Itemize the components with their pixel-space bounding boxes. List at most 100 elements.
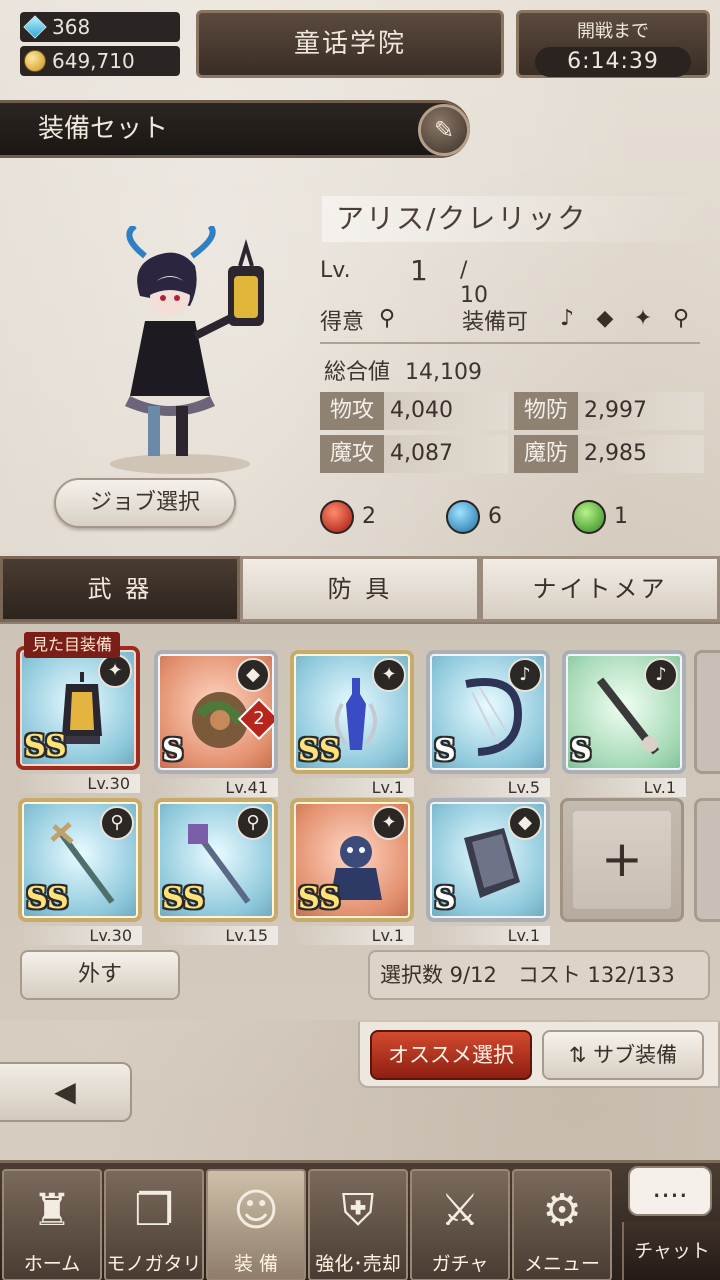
weapon-slot-partial[interactable] xyxy=(694,798,720,922)
equip-set-banner: 装備セット xyxy=(0,100,470,158)
stat-value: 4,087 xyxy=(390,441,453,466)
tab-weapons[interactable]: 武 器 xyxy=(0,556,240,622)
slot-level: Lv.30 xyxy=(16,774,140,793)
equip-tabs: 武 器 防 具 ナイトメア xyxy=(0,556,720,622)
staff-icon: ⚲ xyxy=(100,806,134,840)
stat-mdef: 魔防 2,985 xyxy=(514,435,704,473)
bottom-nav: ♜ ホーム ❐ モノガタリ ☺ 装 備 ⛨ 強化･売却 ⚔ ガチャ ⚙ メニュー xyxy=(0,1160,720,1280)
battle-timer-button[interactable]: 開戦まで 6:14:39 xyxy=(516,10,710,78)
nav-gacha[interactable]: ⚔ ガチャ xyxy=(410,1169,510,1280)
rank-label: SS xyxy=(298,733,341,768)
equip-icon: ☺ xyxy=(233,1185,279,1236)
slot-frame: S ◆ 2 xyxy=(154,650,278,774)
weapon-slot[interactable]: S ♪ Lv.1 xyxy=(562,650,686,797)
location-button[interactable]: 童话学院 xyxy=(196,10,504,78)
back-arrow-icon[interactable]: ◀ xyxy=(0,1062,132,1122)
slot-frame: S ◆ xyxy=(426,798,550,922)
chat-button[interactable]: チャット xyxy=(622,1222,720,1280)
staff-icon: ⚲ xyxy=(672,306,690,331)
recommend-button[interactable]: オススメ選択 xyxy=(370,1030,532,1080)
total-value: 14,109 xyxy=(405,360,482,385)
gears-icon: ⚙ xyxy=(542,1185,582,1236)
nav-menu[interactable]: ⚙ メニュー xyxy=(512,1169,612,1280)
stat-key: 魔防 xyxy=(514,435,578,473)
weapon-slot[interactable]: S ♪ Lv.5 xyxy=(426,650,550,797)
tab-nightmare[interactable]: ナイトメア xyxy=(480,556,720,622)
orb-icon: ✦ xyxy=(372,658,406,692)
equippable-label: 装備可 xyxy=(462,310,529,335)
slot-frame: S ♪ xyxy=(562,650,686,774)
stat-key: 物攻 xyxy=(320,392,384,430)
nav-story[interactable]: ❐ モノガタリ xyxy=(104,1169,204,1280)
nav-label: 強化･売却 xyxy=(315,1253,401,1275)
rank-label: SS xyxy=(162,881,205,916)
nav-equip[interactable]: ☺ 装 備 xyxy=(206,1169,306,1280)
weapon-slot[interactable]: SS ✦ Lv.30 xyxy=(16,646,140,793)
harp-icon: ♪ xyxy=(508,658,542,692)
book-icon: ❐ xyxy=(134,1185,174,1236)
rank-label: SS xyxy=(298,881,341,916)
weapon-slot[interactable]: SS ⚲ Lv.30 xyxy=(18,798,142,945)
plus-icon: + xyxy=(573,811,671,909)
slot-frame: SS ⚲ xyxy=(18,798,142,922)
rank-label: SS xyxy=(26,881,69,916)
swords-icon: ⚔ xyxy=(440,1185,480,1236)
remove-button[interactable]: 外す xyxy=(20,950,180,1000)
rank-label: S xyxy=(570,733,592,768)
nav-home[interactable]: ♜ ホーム xyxy=(2,1169,102,1280)
slot-frame: SS ✦ xyxy=(290,650,414,774)
slot-level: Lv.41 xyxy=(154,778,278,797)
level-row: Lv. 1 / 10 xyxy=(320,254,488,308)
stat-value: 2,997 xyxy=(584,398,647,423)
chat-bubble-icon[interactable]: .... xyxy=(628,1166,712,1216)
element-water: 6 xyxy=(446,500,502,534)
sub-equip-button[interactable]: ⇅ サブ装備 xyxy=(542,1030,704,1080)
harp-icon: ♪ xyxy=(644,658,678,692)
weapon-slot[interactable]: S ◆ 2 Lv.41 xyxy=(154,650,278,797)
fire-orb-icon xyxy=(320,500,354,534)
slot-frame: SS ✦ xyxy=(290,798,414,922)
stat-key: 魔攻 xyxy=(320,435,384,473)
stat-value: 4,040 xyxy=(390,398,453,423)
gold-counter: 649,710 xyxy=(20,46,180,76)
orb-icon: ✦ xyxy=(633,306,653,331)
divider xyxy=(320,342,700,344)
rank-label: S xyxy=(434,733,456,768)
orb-icon: ✦ xyxy=(98,654,132,688)
pen-icon[interactable]: ✎ xyxy=(418,104,470,156)
gem-count: 368 xyxy=(52,15,91,39)
nav-enhance[interactable]: ⛨ 強化･売却 xyxy=(308,1169,408,1280)
slot-frame: S ♪ xyxy=(426,650,550,774)
swap-icon: ⇅ xyxy=(568,1043,587,1067)
tome-icon: ◆ xyxy=(236,658,270,692)
water-orb-icon xyxy=(446,500,480,534)
weapon-slot[interactable]: SS ✦ Lv.1 xyxy=(290,650,414,797)
element-fire: 2 xyxy=(320,500,376,534)
wind-orb-icon xyxy=(572,500,606,534)
job-select-button[interactable]: ジョブ選択 xyxy=(54,478,236,528)
weapon-slot[interactable]: SS ⚲ Lv.15 xyxy=(154,798,278,945)
level-current: 1 xyxy=(410,254,428,287)
stat-pdef: 物防 2,997 xyxy=(514,392,704,430)
tab-armor[interactable]: 防 具 xyxy=(240,556,480,622)
gold-count: 649,710 xyxy=(52,49,135,73)
rank-label: S xyxy=(162,733,184,768)
weapon-slot[interactable]: SS ✦ Lv.1 xyxy=(290,798,414,945)
look-equip-tag: 見た目装備 xyxy=(24,632,121,658)
weapon-slot[interactable]: S ◆ Lv.1 xyxy=(426,798,550,945)
element-value: 6 xyxy=(488,504,502,529)
nav-label: メニュー xyxy=(523,1253,600,1275)
add-weapon-slot[interactable]: + xyxy=(560,798,684,922)
weapon-slot-partial[interactable] xyxy=(694,650,720,774)
slot-frame: SS ✦ xyxy=(16,646,140,770)
stat-value: 2,985 xyxy=(584,441,647,466)
slot-frame: SS ⚲ xyxy=(154,798,278,922)
rank-label: S xyxy=(434,881,456,916)
castle-icon: ♜ xyxy=(32,1185,72,1236)
orb-icon: ✦ xyxy=(372,806,406,840)
slot-level: Lv.30 xyxy=(18,926,142,945)
nav-label: ホーム xyxy=(23,1253,81,1275)
rank-label: SS xyxy=(24,729,67,764)
slot-level: Lv.1 xyxy=(562,778,686,797)
staff-icon: ⚲ xyxy=(236,806,270,840)
